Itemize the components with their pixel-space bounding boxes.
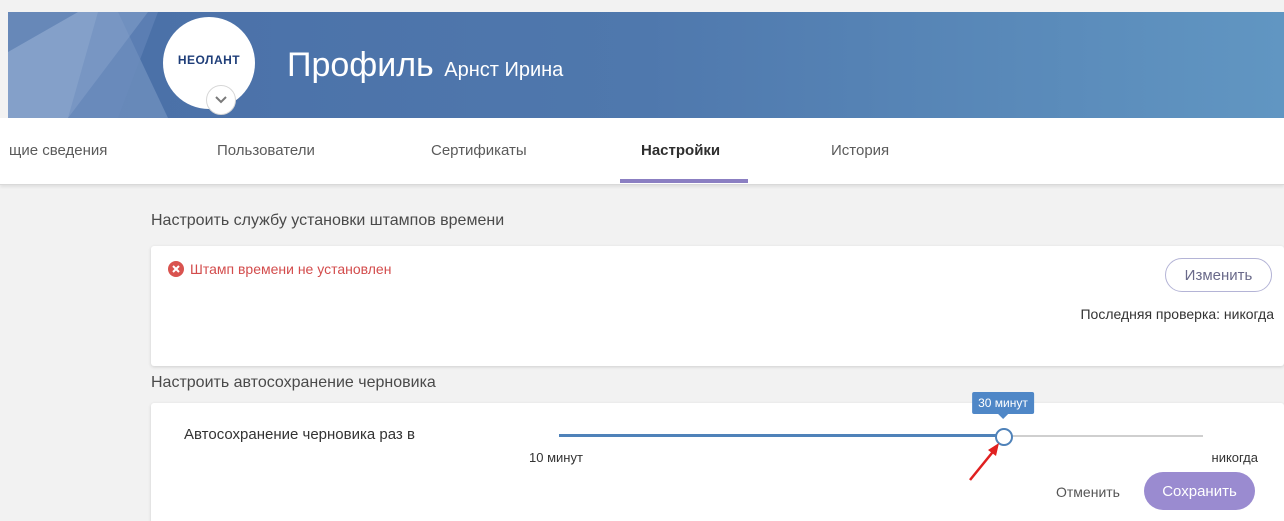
active-tab-indicator [620, 179, 748, 183]
cancel-button[interactable]: Отменить [1050, 483, 1126, 501]
slider-min-label: 10 минут [529, 450, 583, 465]
profile-page: НЕОЛАНТ Профиль Арнст Ирина щие сведения… [0, 0, 1284, 521]
save-button[interactable]: Сохранить [1144, 472, 1255, 510]
slider-fill [559, 434, 1003, 437]
timestamp-status-text: Штамп времени не установлен [190, 261, 392, 277]
slider-max-label: никогда [1211, 450, 1258, 465]
tab-history[interactable]: История [831, 142, 889, 159]
autosave-label: Автосохранение черновика раз в [184, 426, 415, 443]
error-icon [168, 261, 184, 277]
autosave-card: Автосохранение черновика раз в 30 минут … [151, 392, 1284, 521]
last-check-text: Последняя проверка: никогда [1080, 306, 1274, 322]
annotation-arrow-icon [969, 443, 999, 481]
avatar-menu-button[interactable] [206, 85, 236, 115]
chevron-down-icon [215, 96, 227, 104]
page-title-main: Профиль [287, 46, 434, 84]
change-button[interactable]: Изменить [1165, 258, 1272, 292]
tab-bar: щие сведения Пользователи Сертификаты На… [0, 118, 1284, 185]
timestamp-section-title: Настроить службу установки штампов време… [151, 212, 505, 229]
timestamp-card: Штамп времени не установлен Изменить Пос… [151, 246, 1284, 366]
autosave-section-title: Настроить автосохранение черновика [151, 374, 436, 391]
tab-users[interactable]: Пользователи [217, 142, 315, 159]
autosave-interval-slider[interactable]: 30 минут [559, 392, 1203, 446]
page-title-user: Арнст Ирина [444, 59, 564, 81]
tab-certificates[interactable]: Сертификаты [431, 142, 527, 159]
slider-value-tooltip: 30 минут [972, 392, 1034, 419]
page-title: Профиль Арнст Ирина [287, 46, 563, 85]
timestamp-status: Штамп времени не установлен [168, 261, 391, 277]
company-logo: НЕОЛАНТ [177, 53, 241, 67]
tab-settings[interactable]: Настройки [641, 142, 720, 159]
tab-general-info[interactable]: щие сведения [9, 142, 107, 159]
